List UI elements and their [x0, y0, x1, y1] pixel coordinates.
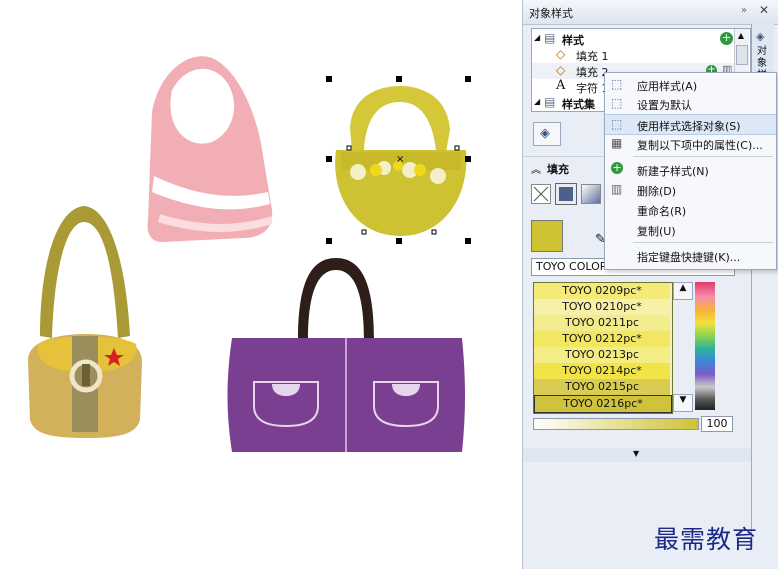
menu-item-assign-shortcut[interactable]: 指定键盘快捷键(K)...: [605, 246, 776, 265]
tint-slider[interactable]: [533, 418, 699, 430]
docker-title-bar: 对象样式 » ✕: [523, 0, 778, 25]
menu-item-copy-properties[interactable]: ▦ 复制以下项中的属性(C)...: [605, 134, 776, 153]
scroll-thumb[interactable]: [736, 45, 748, 65]
canvas-artwork: ×: [28, 56, 471, 452]
menu-item-duplicate[interactable]: 复制(U): [605, 220, 776, 239]
swatch-row[interactable]: TOYO 0210pc*: [534, 299, 670, 316]
style-icon: ◈: [540, 126, 550, 141]
swatch-scroll-down[interactable]: ▼: [673, 394, 693, 412]
pink-bag[interactable]: [147, 56, 273, 242]
menu-separator: [633, 242, 773, 243]
tree-label: 样式集: [562, 98, 595, 111]
mustard-bag[interactable]: [28, 206, 142, 438]
palette-strip[interactable]: [695, 282, 715, 410]
folder-icon: ▤: [544, 31, 556, 45]
tree-label: 填充 1: [576, 50, 609, 63]
drawing-canvas[interactable]: ×: [0, 0, 522, 569]
menu-item-delete[interactable]: ▥ 删除(D): [605, 180, 776, 199]
add-style-icon[interactable]: +: [720, 32, 733, 45]
swatch-row[interactable]: TOYO 0215pc: [534, 379, 670, 396]
tree-row-fill-1[interactable]: ◇ 填充 1: [532, 47, 742, 63]
scroll-up-icon[interactable]: ▲: [736, 31, 746, 41]
add-icon: +: [611, 161, 623, 174]
chevron-down-icon[interactable]: ▼: [633, 449, 639, 458]
expand-bar[interactable]: ▼: [523, 448, 751, 462]
current-color-swatch: [531, 220, 563, 252]
side-tab-icon: ◈: [756, 30, 765, 43]
expand-icon[interactable]: ◢: [534, 33, 540, 42]
purple-bag[interactable]: [227, 258, 466, 452]
swatch-row[interactable]: TOYO 0212pc*: [534, 331, 670, 348]
fill-bucket-icon: ◇: [556, 47, 566, 61]
swatch-row[interactable]: TOYO 0209pc*: [534, 283, 670, 300]
tree-row-styles[interactable]: ◢ ▤ 样式 +: [532, 31, 742, 47]
menu-separator: [633, 156, 773, 157]
swatch-row[interactable]: TOYO 0216pc*: [534, 395, 672, 413]
folder-icon: ▤: [544, 95, 556, 109]
no-fill-button[interactable]: [531, 184, 551, 204]
close-icon[interactable]: ✕: [759, 3, 769, 17]
collapse-chevron-icon[interactable]: ︽: [531, 161, 541, 176]
menu-item-set-default[interactable]: ⬚ 设置为默认: [605, 94, 776, 113]
fill-section-title: 填充: [547, 163, 569, 176]
fountain-fill-button[interactable]: [581, 184, 601, 204]
swatch-row[interactable]: TOYO 0211pc: [534, 315, 670, 332]
trash-icon: ▥: [611, 182, 623, 196]
menu-item-apply-style[interactable]: ⬚ 应用样式(A): [605, 75, 776, 94]
fill-bucket-icon: ◇: [556, 63, 566, 77]
no-fill-icon: [533, 186, 549, 202]
swatch-row[interactable]: TOYO 0214pc*: [534, 363, 670, 380]
watermark: 最需教育: [654, 525, 759, 554]
collapse-icon[interactable]: »: [741, 5, 747, 16]
copy-properties-icon: ▦: [611, 136, 623, 150]
docker-title: 对象样式: [529, 7, 573, 20]
menu-item-select-by-style[interactable]: ⬚ 使用样式选择对象(S): [605, 114, 776, 135]
svg-text:×: ×: [396, 154, 404, 165]
apply-style-icon: ⬚: [611, 77, 623, 91]
swatch-row[interactable]: TOYO 0213pc: [534, 347, 670, 364]
character-icon: A: [556, 78, 566, 93]
expand-icon[interactable]: ◢: [534, 97, 540, 106]
uniform-fill-icon: [559, 187, 573, 201]
tree-label: 样式: [562, 34, 584, 47]
menu-item-new-child[interactable]: + 新建子样式(N): [605, 160, 776, 179]
swatch-scroll-up[interactable]: ▲: [673, 282, 693, 300]
menu-item-rename[interactable]: 重命名(R): [605, 200, 776, 219]
swatch-list[interactable]: TOYO 0209pc* TOYO 0210pc* TOYO 0211pc TO…: [533, 282, 673, 414]
uniform-fill-button[interactable]: [555, 183, 577, 205]
apply-style-button[interactable]: ◈: [533, 122, 561, 146]
select-objects-icon: ⬚: [611, 117, 623, 131]
set-default-icon: ⬚: [611, 96, 623, 110]
tint-value-field[interactable]: 100: [701, 416, 733, 432]
context-menu: ⬚ 应用样式(A) ⬚ 设置为默认 ⬚ 使用样式选择对象(S) ▦ 复制以下项中…: [604, 72, 777, 270]
